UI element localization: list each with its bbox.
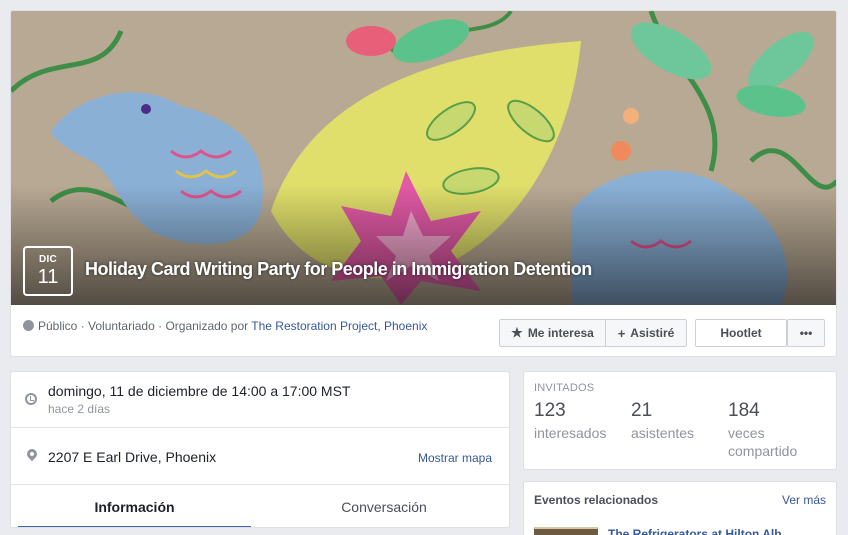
see-more-link[interactable]: Ver más: [782, 493, 826, 507]
attending-count: 21: [631, 400, 653, 421]
attending-stat[interactable]: 21 asistentes: [631, 400, 694, 442]
organized-by-prefix: Organizado por: [165, 319, 249, 333]
globe-icon: [23, 320, 34, 331]
interested-button[interactable]: ★ Me interesa: [499, 319, 606, 347]
guests-card: INVITADOS 123 interesados 21 asistentes …: [523, 371, 837, 470]
shared-count: 184: [728, 400, 760, 421]
related-events-card: Eventos relacionados Ver más The Refrige…: [523, 481, 837, 535]
plus-icon: +: [617, 325, 626, 341]
event-month: DIC: [38, 254, 58, 265]
show-map-link[interactable]: Mostrar mapa: [418, 451, 492, 465]
event-address: 2207 E Earl Drive, Phoenix: [48, 449, 217, 465]
hootlet-label: Hootlet: [720, 326, 762, 340]
related-event-link[interactable]: The Refrigerators at Hilton Alb...: [608, 527, 792, 535]
event-page: DIC 11 Holiday Card Writing Party for Pe…: [0, 0, 848, 535]
organizer-link[interactable]: The Restoration Project, Phoenix: [251, 319, 427, 333]
interested-stat[interactable]: 123 interesados: [534, 400, 606, 442]
event-location-row[interactable]: 2207 E Earl Drive, Phoenix Mostrar mapa: [11, 429, 509, 485]
event-relative-time: hace 2 días: [48, 402, 111, 416]
star-icon: ★: [511, 325, 523, 340]
related-events-title: Eventos relacionados: [534, 493, 659, 507]
interested-label: Me interesa: [527, 326, 594, 340]
event-header-card: DIC 11 Holiday Card Writing Party for Pe…: [10, 10, 837, 357]
hootlet-button[interactable]: Hootlet: [695, 319, 787, 347]
privacy-label: Público: [38, 319, 78, 333]
cover-photo[interactable]: DIC 11 Holiday Card Writing Party for Pe…: [11, 11, 836, 305]
category-label: Voluntariado: [88, 319, 155, 333]
event-date-badge: DIC 11: [23, 246, 73, 296]
more-icon: •••: [799, 326, 813, 340]
guests-title: INVITADOS: [534, 382, 595, 394]
event-details-card: domingo, 11 de diciembre de 14:00 a 17:0…: [10, 371, 510, 528]
event-day: 11: [37, 266, 59, 288]
interested-count: 123: [534, 400, 566, 421]
clock-icon: [25, 393, 37, 405]
event-meta-row: Público · Voluntariado · Organizado por …: [11, 305, 836, 356]
event-title: Holiday Card Writing Party for People in…: [85, 259, 592, 279]
shared-stat-label: veces compartido: [728, 425, 798, 459]
attend-label: Asistiré: [630, 326, 675, 340]
event-datetime: domingo, 11 de diciembre de 14:00 a 17:0…: [48, 383, 351, 399]
location-pin-icon: [24, 446, 40, 462]
more-options-button[interactable]: •••: [787, 319, 825, 347]
event-date-row[interactable]: domingo, 11 de diciembre de 14:00 a 17:0…: [11, 372, 509, 428]
attend-button[interactable]: + Asistiré: [605, 319, 687, 347]
event-meta: Público · Voluntariado · Organizado por …: [23, 319, 427, 333]
cover-gradient: [11, 185, 836, 305]
tab-conversation[interactable]: Conversación: [271, 485, 497, 527]
attending-stat-label: asistentes: [631, 425, 695, 441]
interested-stat-label: interesados: [534, 425, 607, 441]
related-event-thumbnail[interactable]: [534, 527, 598, 535]
tab-information[interactable]: Información: [18, 485, 251, 527]
shared-stat[interactable]: 184 veces compartido: [728, 400, 818, 460]
